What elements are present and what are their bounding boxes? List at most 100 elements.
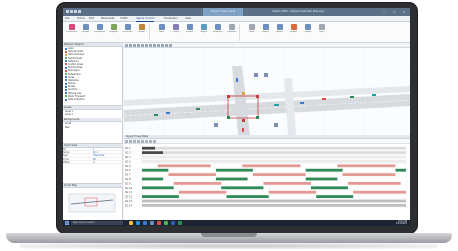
ribbon-button-detectors[interactable]: Detectors: [122, 24, 133, 40]
signal-phase-bar[interactable]: [142, 195, 179, 198]
excel-icon[interactable]: [178, 221, 182, 225]
smart-map-canvas[interactable]: [63, 188, 123, 218]
signal-phase-bar[interactable]: [305, 177, 338, 181]
tree-item-label: Level 2: [65, 113, 73, 117]
tree-item[interactable]: Level 2: [63, 113, 123, 116]
network-canvas[interactable]: [124, 48, 410, 135]
ribbon-button-compare[interactable]: Compare: [226, 24, 237, 40]
ribbon-button-label: Report: [290, 31, 297, 33]
signal-phase-bar[interactable]: [178, 190, 227, 194]
signal-group-label: SG 6: [125, 169, 131, 172]
quick-view-row[interactable]: Offset 0: [63, 161, 123, 164]
quick-access-toolbar[interactable]: [66, 10, 88, 14]
taskbar-search[interactable]: Type here to search: [71, 221, 123, 225]
options-icon: [304, 24, 311, 30]
signal-phase-bar[interactable]: [316, 195, 354, 198]
signal-phase-bar[interactable]: [221, 186, 264, 190]
signal-phase-bar[interactable]: [252, 173, 306, 176]
ribbon-button-controllers[interactable]: Controllers: [66, 24, 77, 40]
object-type-icon: [65, 82, 67, 85]
signal-phase-bar[interactable]: [142, 199, 406, 203]
ribbon-button-heads[interactable]: Heads: [136, 24, 147, 40]
signal-group-label: SG 5: [125, 165, 131, 168]
signal-phase-bar[interactable]: [157, 164, 211, 168]
signal-phase-bar[interactable]: [353, 190, 406, 194]
tree-item[interactable]: Data Collection: [63, 98, 123, 101]
file-explorer-icon[interactable]: [129, 221, 133, 225]
word-icon[interactable]: [171, 221, 175, 225]
signal-phase-bar[interactable]: [342, 173, 396, 176]
signal-phase-bar[interactable]: [142, 204, 406, 207]
signal-phase-bar[interactable]: [215, 168, 253, 172]
chrome-icon[interactable]: [164, 221, 168, 225]
signal-phase-bar[interactable]: [347, 182, 401, 185]
signal-phase-bar[interactable]: [142, 160, 406, 163]
ribbon-button-groups[interactable]: Groups: [80, 24, 91, 40]
signal-phase-bar[interactable]: [155, 146, 406, 150]
taskbar-clock[interactable]: 9:41 AM 3/14/2022: [395, 220, 407, 226]
signal-phase-bar[interactable]: [173, 182, 222, 185]
ribbon-button-label: Check: [248, 31, 255, 33]
controllers-icon: [68, 24, 75, 30]
tree-item[interactable]: Map: [63, 126, 123, 129]
network-editor[interactable]: [124, 43, 410, 135]
left-panels: Network Objects Links Vehicle Inputs Vehic…: [63, 43, 123, 220]
ribbon-button-sequence[interactable]: Sequence: [212, 24, 223, 40]
signal-phase-bar[interactable]: [163, 151, 406, 154]
context-tab[interactable]: Signal Times Table: [203, 8, 243, 16]
windows-start-icon[interactable]: [65, 221, 69, 225]
signal-phase-bar[interactable]: [263, 182, 311, 185]
ribbon-button-timing[interactable]: Timing: [170, 24, 181, 40]
ribbon-button-table[interactable]: Table: [156, 24, 167, 40]
ribbon-button-intergreens[interactable]: Intergreens: [94, 24, 105, 40]
compare-icon: [228, 24, 235, 30]
ribbon-button-options[interactable]: Options: [302, 24, 313, 40]
edge-icon[interactable]: [136, 221, 140, 225]
ribbon-button-phases[interactable]: Phases: [184, 24, 195, 40]
ribbon-button-program[interactable]: Program: [108, 24, 119, 40]
ribbon-button-label: Help: [319, 31, 324, 33]
signal-phase-bar[interactable]: [337, 164, 396, 168]
ribbon-button-check[interactable]: Check: [246, 24, 257, 40]
timing-icon: [172, 24, 179, 30]
ribbon-button-label: Phases: [185, 31, 193, 33]
signal-phase-bar[interactable]: [142, 168, 169, 172]
signal-phase-bar[interactable]: [215, 177, 248, 181]
signal-phase-bar[interactable]: [168, 173, 216, 176]
levels-list: Level 1 Level 2: [63, 110, 123, 116]
ribbon-button-import[interactable]: Import: [274, 24, 285, 40]
object-type-icon: [65, 88, 67, 91]
signal-phase-bar[interactable]: [395, 168, 406, 172]
signal-phase-bar[interactable]: [142, 177, 164, 181]
ribbon-button-label: Stages: [200, 31, 207, 33]
laptop-shadow: [20, 243, 438, 249]
vissim-icon[interactable]: [157, 221, 161, 225]
object-type-icon: [65, 98, 67, 101]
signal-group-label: SG 12: [125, 196, 133, 199]
phases-icon: [186, 24, 193, 30]
signal-times-grid[interactable]: SG 1 SG 2SG 3SG 4 SG 5SG 6 SG 7SG 8SG 9 SG 1…: [124, 144, 410, 220]
signal-group-label: SG 13: [125, 200, 133, 203]
store-icon[interactable]: [150, 221, 154, 225]
signal-times-table[interactable]: Signal Times Table SG 1 SG 2 SG 3 SG 4 SG 5S…: [124, 135, 410, 220]
signal-phase-bar[interactable]: [310, 186, 348, 190]
ribbon-button-label: Compare: [226, 31, 237, 33]
object-type-icon: [65, 95, 67, 98]
ribbon-button-label: Import: [276, 31, 283, 33]
signal-phase-bar[interactable]: [142, 151, 164, 154]
signal-phase-bar[interactable]: [305, 168, 343, 172]
signal-phase-bar[interactable]: [142, 146, 156, 150]
ribbon-button-export[interactable]: Export: [260, 24, 271, 40]
window-controls[interactable]: — ▢ ✕: [383, 10, 408, 14]
ribbon-button-label: Detectors: [122, 31, 133, 33]
signal-phase-bar[interactable]: [226, 195, 269, 198]
clock-date: 3/14/2022: [395, 222, 407, 226]
signal-phase-bar[interactable]: [242, 164, 301, 168]
ribbon-button-help[interactable]: Help: [316, 24, 327, 40]
ribbon-button-report[interactable]: Report: [288, 24, 299, 40]
signal-phase-bar[interactable]: [142, 155, 406, 159]
signal-phase-bar[interactable]: [268, 190, 317, 194]
ribbon-button-stages[interactable]: Stages: [198, 24, 209, 40]
mail-icon[interactable]: [143, 221, 147, 225]
signal-phase-bar[interactable]: [142, 186, 174, 190]
